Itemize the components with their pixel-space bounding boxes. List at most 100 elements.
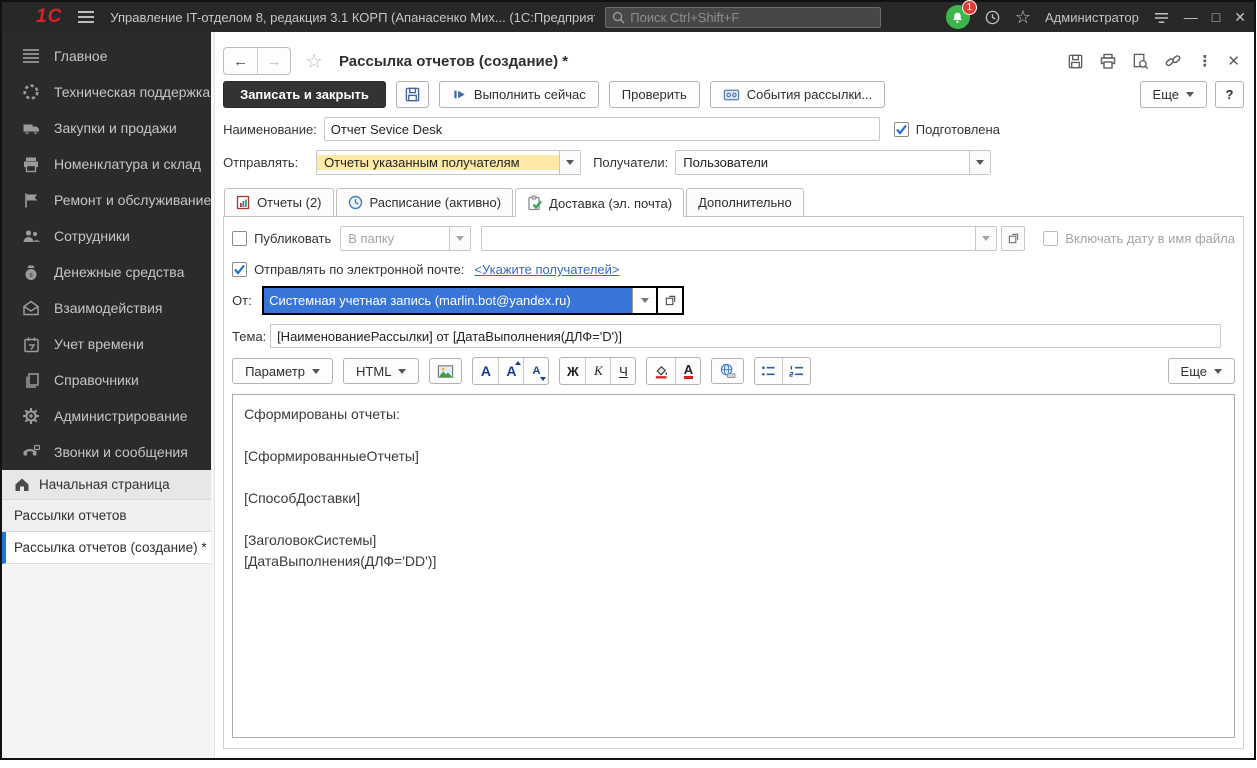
editor-more-button[interactable]: Еще <box>1168 358 1235 384</box>
insert-image-button[interactable] <box>429 358 462 384</box>
tab-delivery[interactable]: Доставка (эл. почта) <box>515 188 684 217</box>
subject-input[interactable] <box>270 324 1221 348</box>
sidebar-item-employees[interactable]: Сотрудники <box>2 218 211 254</box>
dropdown-button[interactable] <box>975 227 996 250</box>
email-body-editor[interactable]: Сформированы отчеты: [СформированныеОтче… <box>232 394 1235 738</box>
service-menu-icon[interactable] <box>1153 10 1170 25</box>
sidebar-item-main[interactable]: Главное <box>2 38 211 74</box>
prepared-label: Подготовлена <box>916 122 1000 137</box>
numbered-list-icon <box>789 364 804 378</box>
print-icon[interactable] <box>1099 53 1117 70</box>
favorite-star-icon[interactable]: ☆ <box>305 49 323 74</box>
employees-icon <box>21 228 41 244</box>
dropdown-button[interactable] <box>559 151 580 174</box>
editor-line: [СформированныеОтчеты] <box>244 446 1223 467</box>
sidebar-item-purchases[interactable]: Закупки и продажи <box>2 110 211 146</box>
image-icon <box>437 364 454 379</box>
numbered-list-button[interactable] <box>782 358 810 384</box>
bullet-list-button[interactable] <box>755 358 782 384</box>
search-input[interactable] <box>630 10 874 25</box>
maximize-button[interactable]: □ <box>1212 9 1220 25</box>
sidebar: Главное Техническая поддержка Закупки и … <box>2 32 211 758</box>
preview-icon[interactable] <box>1132 53 1149 70</box>
more-button[interactable]: Еще <box>1140 81 1207 108</box>
check-button[interactable]: Проверить <box>609 81 700 108</box>
prepared-checkbox[interactable] <box>894 122 909 137</box>
send-mode-combo[interactable]: Отчеты указанным получателям <box>316 150 581 175</box>
insert-link-button[interactable] <box>711 358 744 384</box>
decrease-icon <box>540 377 546 381</box>
tab-reports[interactable]: Отчеты (2) <box>224 188 333 217</box>
save-icon[interactable] <box>1067 53 1084 70</box>
open-button[interactable] <box>656 288 682 313</box>
dropdown-button[interactable] <box>449 227 470 250</box>
sidebar-item-home[interactable]: Начальная страница <box>2 470 211 500</box>
bullet-list-icon <box>761 364 776 378</box>
favorites-star-icon[interactable]: ☆ <box>1015 7 1031 28</box>
sidebar-item-catalogs[interactable]: Справочники <box>2 362 211 398</box>
save-button[interactable] <box>396 81 429 108</box>
more-dots-icon[interactable]: ⋮ <box>1197 52 1212 70</box>
help-button[interactable]: ? <box>1215 81 1244 108</box>
back-button[interactable]: ← <box>224 48 257 74</box>
fill-color-button[interactable] <box>647 358 675 384</box>
close-window-button[interactable]: ✕ <box>1234 9 1246 26</box>
from-account-value[interactable]: Системная учетная запись (marlin.bot@yan… <box>264 288 632 313</box>
font-increase-button[interactable]: А <box>498 358 523 384</box>
publish-checkbox[interactable] <box>232 231 247 246</box>
send-label: Отправлять: <box>223 155 316 170</box>
underline-button[interactable]: Ч <box>610 358 635 384</box>
from-account-field[interactable]: Системная учетная запись (marlin.bot@yan… <box>262 286 684 315</box>
sidebar-item-support[interactable]: Техническая поддержка <box>2 74 211 110</box>
italic-button[interactable]: К <box>585 358 610 384</box>
main-menu-icon[interactable] <box>78 11 94 23</box>
style-group: Ж К Ч <box>559 357 636 385</box>
sidebar-item-calls[interactable]: Звонки и сообщения <box>2 434 211 470</box>
from-row: От: Системная учетная запись (marlin.bot… <box>232 286 1235 315</box>
current-user[interactable]: Администратор <box>1045 10 1139 25</box>
home-icon <box>14 477 30 492</box>
font-button[interactable]: А <box>473 358 498 384</box>
history-icon[interactable] <box>984 9 1001 26</box>
sidebar-item-money[interactable]: s Денежные средства <box>2 254 211 290</box>
sidebar-item-interactions[interactable]: Взаимодействия <box>2 290 211 326</box>
sidebar-item-report-mailings[interactable]: Рассылки отчетов <box>2 500 211 532</box>
publish-folder-combo[interactable]: В папку <box>340 226 471 251</box>
publish-target-combo[interactable] <box>481 226 997 251</box>
name-input[interactable] <box>324 117 880 141</box>
publish-label: Публиковать <box>254 231 331 246</box>
minimize-button[interactable]: — <box>1184 9 1198 25</box>
run-now-button[interactable]: Выполнить сейчас <box>439 81 599 108</box>
tab-schedule[interactable]: Расписание (активно) <box>336 188 514 217</box>
parameter-button[interactable]: Параметр <box>232 358 333 384</box>
global-search[interactable] <box>605 7 881 28</box>
send-by-email-checkbox[interactable] <box>232 262 247 277</box>
sidebar-item-administration[interactable]: Администрирование <box>2 398 211 434</box>
sidebar-item-report-mailing-new[interactable]: Рассылка отчетов (создание) * <box>2 532 211 564</box>
email-row: Отправлять по электронной почте: <Укажит… <box>232 262 1235 277</box>
open-button[interactable] <box>1001 226 1025 251</box>
dropdown-button[interactable] <box>632 288 656 313</box>
sidebar-item-stock[interactable]: Номенклатура и склад <box>2 146 211 182</box>
specify-recipients-link[interactable]: <Укажите получателей> <box>474 262 619 277</box>
notifications-bell-icon[interactable]: 1 <box>946 5 970 29</box>
dropdown-button[interactable] <box>969 151 990 174</box>
close-form-icon[interactable]: ✕ <box>1227 52 1240 70</box>
sidebar-item-timetracking[interactable]: Учет времени <box>2 326 211 362</box>
save-and-close-button[interactable]: Записать и закрыть <box>223 81 386 108</box>
list-group <box>754 357 811 385</box>
forward-button[interactable]: → <box>257 48 290 74</box>
app-window: 1С Управление IT-отделом 8, редакция 3.1… <box>0 0 1256 760</box>
bold-button[interactable]: Ж <box>560 358 585 384</box>
date-in-filename-checkbox[interactable] <box>1043 231 1058 246</box>
font-decrease-button[interactable]: А <box>523 358 548 384</box>
mailing-events-button[interactable]: События рассылки... <box>710 81 885 108</box>
recipients-combo[interactable]: Пользователи <box>675 150 991 175</box>
chevron-down-icon <box>398 369 406 374</box>
html-mode-button[interactable]: HTML <box>343 358 419 384</box>
tab-additional[interactable]: Дополнительно <box>686 188 804 217</box>
text-color-button[interactable]: А <box>675 358 700 384</box>
editor-toolbar: Параметр HTML А А А Ж К <box>232 357 1235 385</box>
get-link-icon[interactable] <box>1164 52 1182 70</box>
sidebar-item-repair[interactable]: Ремонт и обслуживание <box>2 182 211 218</box>
